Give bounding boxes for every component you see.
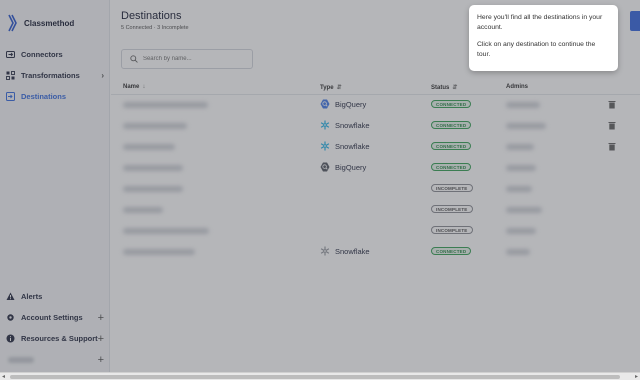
tour-text-1: Here you'll find all the destinations in…: [477, 14, 603, 31]
scroll-right-arrow-icon[interactable]: ▸: [635, 373, 638, 380]
horizontal-scrollbar[interactable]: ◂ ▸: [0, 372, 640, 380]
tour-tooltip: Here you'll find all the destinations in…: [469, 5, 618, 71]
scroll-left-arrow-icon[interactable]: ◂: [2, 373, 5, 380]
tour-text-2: Click on any destination to continue the…: [477, 41, 596, 58]
scrollbar-thumb[interactable]: [10, 375, 620, 379]
